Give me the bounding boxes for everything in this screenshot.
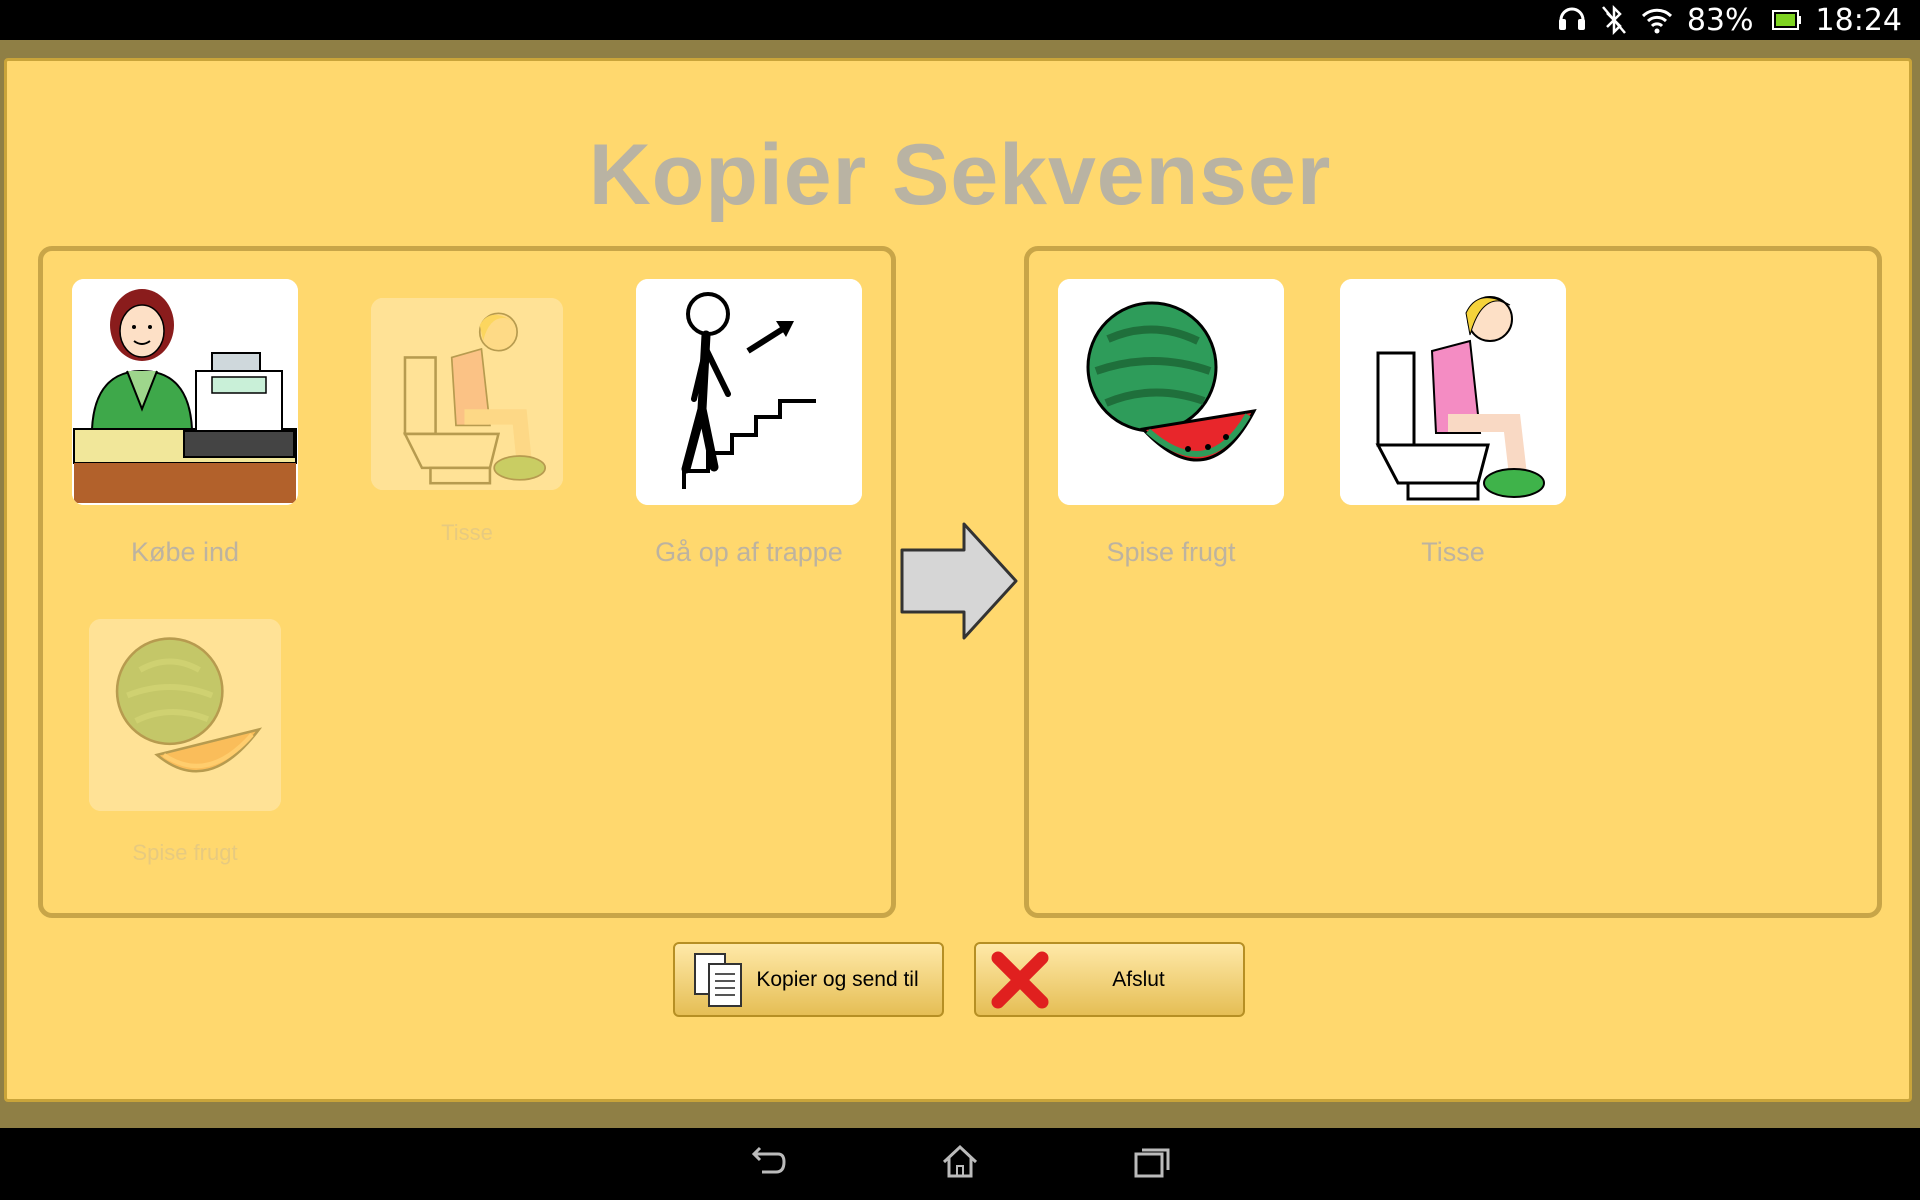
home-icon[interactable]: [940, 1142, 980, 1182]
copy-documents-icon: [694, 952, 742, 1007]
selected-card-tisse[interactable]: [1340, 279, 1566, 505]
sequence-card-spise-frugt-used: [89, 619, 281, 811]
sequence-label: Spise frugt: [132, 840, 238, 865]
back-icon[interactable]: [748, 1142, 788, 1182]
system-navigation-bar: [0, 1128, 1920, 1200]
selected-card-spise-frugt[interactable]: [1058, 279, 1284, 505]
headset-icon: [1557, 6, 1587, 34]
sequence-label: Tisse: [441, 520, 493, 545]
bluetooth-off-icon: [1601, 5, 1627, 35]
sequence-label: Spise frugt: [1106, 537, 1236, 567]
sequence-card-tisse-used: [371, 298, 563, 490]
recent-apps-icon[interactable]: [1132, 1142, 1172, 1182]
sequence-label: Købe ind: [130, 537, 240, 567]
sequence-card-kobe-ind[interactable]: [72, 279, 298, 505]
copy-and-send-button[interactable]: Kopier og send til: [673, 942, 944, 1017]
battery-percent: 83%: [1686, 2, 1754, 38]
stairs-up-icon: [636, 279, 862, 505]
status-bar: 83% 18:24: [0, 0, 1920, 40]
melon-icon: [89, 619, 281, 811]
exit-button[interactable]: Afslut: [974, 942, 1245, 1017]
cashier-icon: [72, 279, 298, 505]
copy-and-send-label: Kopier og send til: [756, 967, 919, 991]
sequence-label: Tisse: [1421, 537, 1485, 567]
page-title: Kopier Sekvenser: [588, 127, 1332, 223]
sequence-card-ga-op-af-trappe[interactable]: [636, 279, 862, 505]
toilet-icon: [371, 298, 563, 490]
sequence-label: Gå op af trappe: [655, 537, 843, 567]
clock: 18:24: [1815, 2, 1902, 38]
wifi-icon: [1641, 6, 1673, 34]
copy-direction-arrow-icon: [900, 522, 1018, 640]
watermelon-icon: [1058, 279, 1284, 505]
close-icon: [991, 951, 1049, 1008]
battery-icon: [1771, 9, 1802, 31]
exit-label: Afslut: [1112, 967, 1165, 991]
toilet-icon: [1340, 279, 1566, 505]
